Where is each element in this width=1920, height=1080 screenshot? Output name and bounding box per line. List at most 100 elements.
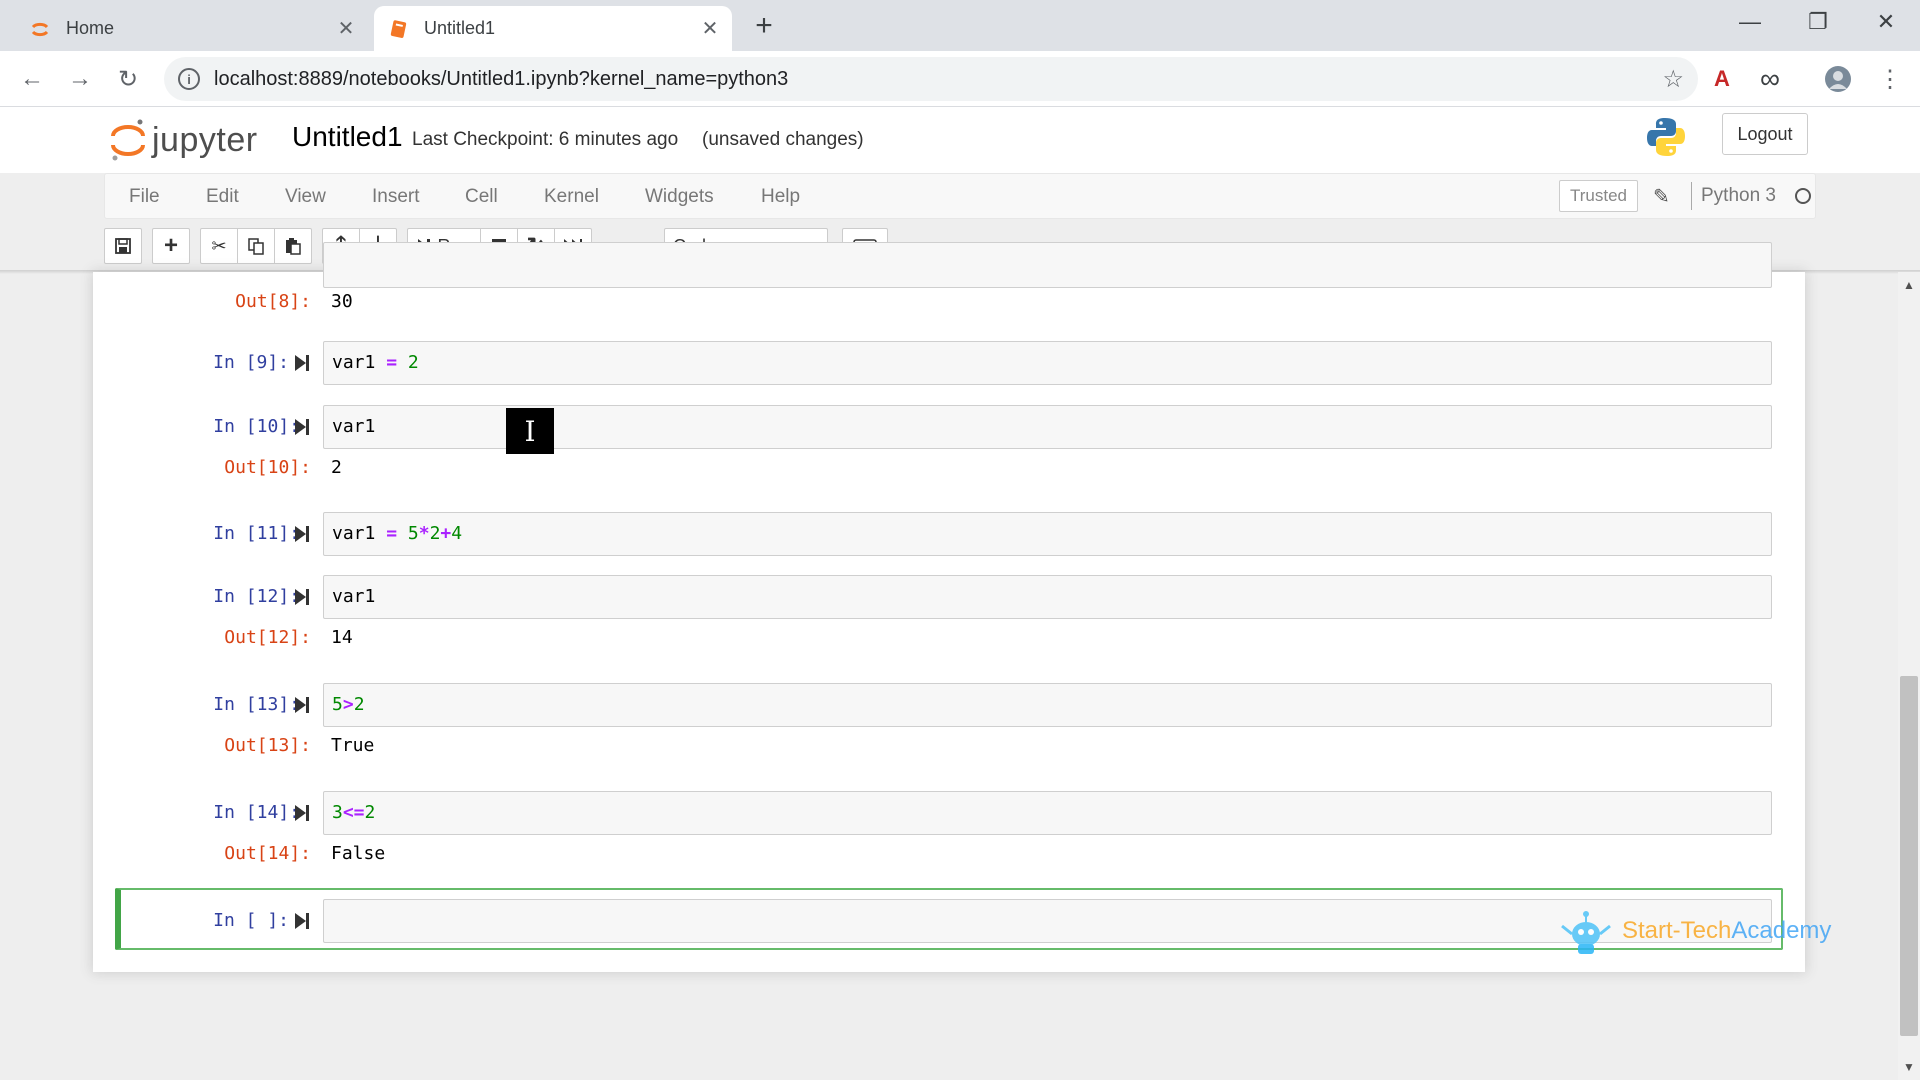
logout-button[interactable]: Logout xyxy=(1722,113,1808,155)
info-icon[interactable]: i xyxy=(178,68,200,90)
code-input[interactable]: var1 = 2 xyxy=(323,341,1772,385)
menu-file[interactable]: File xyxy=(129,186,160,208)
code-text: 3<=2 xyxy=(332,802,376,823)
output-text: True xyxy=(331,735,375,756)
close-icon[interactable]: ✕ xyxy=(332,15,360,43)
scroll-down-icon[interactable]: ▼ xyxy=(1898,1058,1920,1076)
robot-mascot-icon xyxy=(1561,911,1611,954)
watermark-logo: Start-TechAcademy xyxy=(1556,906,1831,956)
run-cell-icon[interactable] xyxy=(293,803,313,823)
autosave-status: (unsaved changes) xyxy=(702,129,864,150)
omnibox[interactable]: i localhost:8889/notebooks/Untitled1.ipy… xyxy=(164,57,1698,101)
tab-home[interactable]: Home ✕ xyxy=(16,6,368,51)
page-scrollbar-thumb[interactable] xyxy=(1900,676,1918,1036)
jupyter-logo-text: jupyter xyxy=(152,120,258,159)
cell-output-8: Out[8]: 30 xyxy=(93,288,1805,318)
output-prompt: Out[14]: xyxy=(224,843,311,864)
run-cell-icon[interactable] xyxy=(293,524,313,544)
copy-icon xyxy=(248,238,264,255)
code-input[interactable]: 5>2 xyxy=(323,683,1772,727)
menu-view[interactable]: View xyxy=(285,186,326,208)
output-text: 2 xyxy=(331,457,342,478)
jupyter-logo[interactable]: jupyter xyxy=(110,117,258,163)
menu-help[interactable]: Help xyxy=(761,186,800,208)
input-prompt: In [14]: xyxy=(213,802,300,823)
run-cell-icon[interactable] xyxy=(293,353,313,373)
address-bar: ← → ↻ i localhost:8889/notebooks/Untitle… xyxy=(0,51,1920,107)
code-cell-empty[interactable]: In [ ]: xyxy=(93,899,1805,943)
minimize-icon[interactable]: — xyxy=(1722,4,1778,40)
tab-untitled1[interactable]: Untitled1 ✕ xyxy=(374,6,732,51)
code-cell-13[interactable]: In [13]: 5>2 Out[13]: True xyxy=(93,683,1805,761)
run-cell-icon[interactable] xyxy=(293,911,313,931)
code-input[interactable]: var1 = 5*2+4 xyxy=(323,512,1772,556)
save-icon xyxy=(115,238,131,254)
kernel-idle-indicator-icon xyxy=(1795,188,1811,204)
output-prompt: Out[13]: xyxy=(224,735,311,756)
run-cell-icon[interactable] xyxy=(293,695,313,715)
input-prompt: In [11]: xyxy=(213,523,300,544)
run-cell-icon[interactable] xyxy=(293,587,313,607)
text-cursor-icon: I xyxy=(506,408,554,454)
menu-widgets[interactable]: Widgets xyxy=(645,186,714,208)
copy-button[interactable] xyxy=(237,228,275,264)
pdf-extension-icon[interactable]: A xyxy=(1706,63,1738,95)
code-cell-10[interactable]: In [10]: var1 Out[10]: 2 xyxy=(93,405,1805,483)
output-text: 30 xyxy=(331,291,353,312)
bookmark-star-icon[interactable]: ☆ xyxy=(1662,65,1684,94)
infinity-extension-icon[interactable]: ∞ xyxy=(1754,63,1786,95)
close-icon[interactable]: ✕ xyxy=(696,15,724,43)
paste-icon xyxy=(286,238,301,255)
notebook-menubar: File Edit View Insert Cell Kernel Widget… xyxy=(104,173,1816,219)
cell-input-8[interactable] xyxy=(323,242,1772,288)
code-cell-11[interactable]: In [11]: var1 = 5*2+4 xyxy=(93,512,1805,556)
tab-title: Home xyxy=(66,18,115,38)
menu-insert[interactable]: Insert xyxy=(372,186,420,208)
forward-icon[interactable]: → xyxy=(62,61,98,97)
insert-cell-button[interactable]: + xyxy=(152,228,190,264)
code-cell-9[interactable]: In [9]: var1 = 2 xyxy=(93,341,1805,385)
restore-icon[interactable]: ❐ xyxy=(1790,4,1846,40)
input-prompt: In [12]: xyxy=(213,586,300,607)
watermark-text: Start-TechAcademy xyxy=(1622,917,1832,944)
kernel-name[interactable]: Python 3 xyxy=(1701,185,1776,207)
plus-icon: + xyxy=(163,232,178,259)
pencil-icon[interactable]: ✎ xyxy=(1653,184,1670,209)
notebook-name[interactable]: Untitled1 xyxy=(292,121,403,153)
code-text: var1 xyxy=(332,416,376,437)
input-prompt: In [ ]: xyxy=(213,910,289,931)
save-button[interactable] xyxy=(104,228,142,264)
menu-kernel[interactable]: Kernel xyxy=(544,186,599,208)
output-text: 14 xyxy=(331,627,353,648)
code-input[interactable]: 3<=2 xyxy=(323,791,1772,835)
back-icon[interactable]: ← xyxy=(14,61,50,97)
cut-button[interactable]: ✂ xyxy=(200,228,238,264)
profile-avatar-icon xyxy=(1825,66,1851,92)
input-prompt: In [10]: xyxy=(213,416,300,437)
paste-button[interactable] xyxy=(274,228,312,264)
scroll-up-icon[interactable]: ▲ xyxy=(1898,276,1920,294)
reload-icon[interactable]: ↻ xyxy=(110,61,146,97)
code-cell-12[interactable]: In [12]: var1 Out[12]: 14 xyxy=(93,575,1805,653)
run-cell-icon[interactable] xyxy=(293,417,313,437)
divider xyxy=(1691,182,1692,210)
new-tab-button[interactable]: + xyxy=(748,9,780,42)
code-text: var1 xyxy=(332,586,376,607)
browser-tab-strip: Home ✕ Untitled1 ✕ + — ❐ ✕ xyxy=(0,0,1920,51)
output-prompt: Out[8]: xyxy=(235,291,311,312)
avatar[interactable] xyxy=(1822,63,1854,95)
code-input[interactable] xyxy=(323,899,1772,943)
url-text[interactable]: localhost:8889/notebooks/Untitled1.ipynb… xyxy=(214,68,1662,91)
browser-menu-icon[interactable]: ⋮ xyxy=(1874,63,1906,95)
input-prompt: In [9]: xyxy=(213,352,289,373)
menu-edit[interactable]: Edit xyxy=(206,186,239,208)
window-close-icon[interactable]: ✕ xyxy=(1858,4,1914,40)
menu-cell[interactable]: Cell xyxy=(465,186,498,208)
output-prompt: Out[10]: xyxy=(224,457,311,478)
python-logo-icon xyxy=(1647,118,1685,156)
trusted-indicator[interactable]: Trusted xyxy=(1559,180,1639,212)
code-cell-14[interactable]: In [14]: 3<=2 Out[14]: False xyxy=(93,791,1805,869)
code-input[interactable]: var1 xyxy=(323,575,1772,619)
jupyter-logo-icon xyxy=(111,119,145,161)
checkpoint-status: Last Checkpoint: 6 minutes ago xyxy=(412,129,679,150)
